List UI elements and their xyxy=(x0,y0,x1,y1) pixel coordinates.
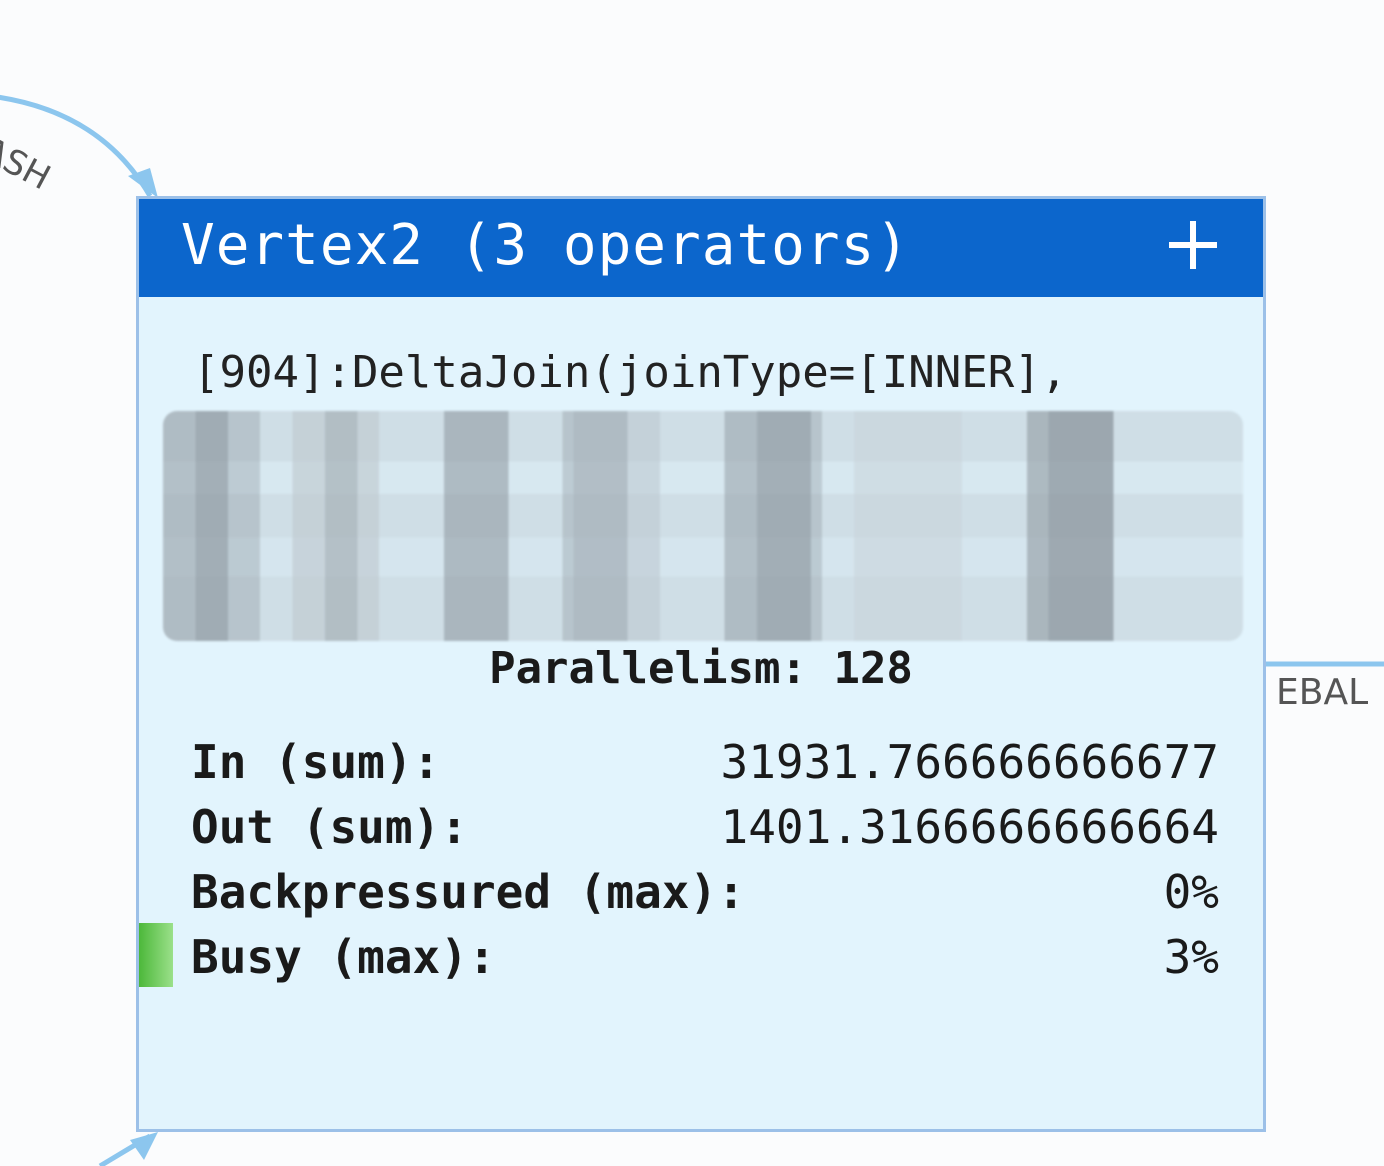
job-graph-canvas[interactable]: HASH EBAL Vertex2 (3 operators) [904]:De… xyxy=(0,0,1384,1166)
metric-label: Backpressured (max): xyxy=(191,864,745,919)
metric-value: 3% xyxy=(1163,929,1219,984)
metric-value: 1401.3166666666664 xyxy=(720,799,1220,854)
metric-row-backpressured: Backpressured (max): 0% xyxy=(191,859,1219,924)
metric-value: 0% xyxy=(1163,864,1219,919)
busy-indicator xyxy=(139,923,173,987)
plus-icon[interactable] xyxy=(1167,219,1219,271)
metric-label: Busy (max): xyxy=(191,929,496,984)
metric-label: In (sum): xyxy=(191,734,441,789)
vertex-node[interactable]: Vertex2 (3 operators) [904]:DeltaJoin(jo… xyxy=(136,196,1266,1132)
edge-label-rebalance: EBAL xyxy=(1276,672,1369,713)
metric-value: 31931.766666666677 xyxy=(720,734,1220,789)
vertex-title: Vertex2 (3 operators) xyxy=(181,213,911,278)
operator-description: [904]:DeltaJoin(joinType=[INNER], xyxy=(193,347,1068,398)
metric-row-busy: Busy (max): 3% xyxy=(191,924,1219,989)
metric-row-out: Out (sum): 1401.3166666666664 xyxy=(191,794,1219,859)
metrics-list: In (sum): 31931.766666666677 Out (sum): … xyxy=(191,729,1219,989)
metric-row-in: In (sum): 31931.766666666677 xyxy=(191,729,1219,794)
redacted-operator-details xyxy=(163,411,1243,641)
metric-label: Out (sum): xyxy=(191,799,468,854)
parallelism-label: Parallelism: 128 xyxy=(489,643,913,694)
vertex-header: Vertex2 (3 operators) xyxy=(139,199,1263,297)
